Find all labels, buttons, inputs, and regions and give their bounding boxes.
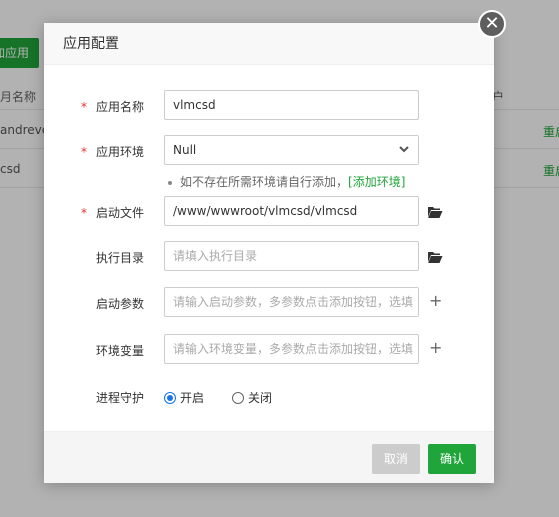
env-hint: 如不存在所需环境请自行添加，[添加环境] — [168, 173, 405, 190]
exec-dir-label: 执行目录 — [96, 251, 145, 265]
add-env-var-icon[interactable]: + — [429, 340, 442, 356]
env-vars-input[interactable]: 请输入环境变量，多参数点击添加按钮，选填 — [164, 334, 419, 364]
daemon-label: 进程守护 — [96, 391, 145, 405]
add-env-link[interactable]: [添加环境] — [348, 175, 405, 189]
confirm-button[interactable]: 确认 — [428, 444, 476, 474]
daemon-on-label: 开启 — [180, 391, 205, 405]
app-name-label: 应用名称 — [96, 100, 145, 114]
radio-checked-icon — [164, 391, 176, 404]
close-icon[interactable]: ✕ — [478, 10, 506, 38]
cancel-button[interactable]: 取消 — [372, 444, 420, 474]
radio-unchecked-icon — [232, 391, 245, 404]
required-mark: * — [81, 145, 87, 159]
daemon-off-label: 关闭 — [248, 391, 273, 405]
app-env-label: 应用环境 — [96, 145, 145, 159]
app-env-value: Null — [173, 143, 197, 157]
required-mark: * — [81, 206, 87, 220]
start-file-input[interactable]: /www/wwwroot/vlmcsd/vlmcsd — [164, 196, 419, 226]
start-file-label: 启动文件 — [96, 206, 145, 220]
start-params-label: 启动参数 — [96, 297, 145, 311]
app-name-input[interactable]: vlmcsd — [164, 90, 419, 120]
daemon-on-radio[interactable]: 开启 — [164, 389, 204, 406]
app-config-dialog: 应用配置 * 应用名称 vlmcsd * 应用环境 Null 如不存在所需环境请… — [44, 23, 494, 483]
env-vars-label: 环境变量 — [96, 344, 145, 358]
add-param-icon[interactable]: + — [429, 293, 442, 309]
exec-dir-input[interactable]: 请填入执行目录 — [164, 241, 419, 271]
dialog-footer: 取消 确认 — [44, 431, 494, 483]
required-mark: * — [81, 100, 87, 114]
folder-open-icon[interactable] — [427, 250, 443, 264]
start-params-input[interactable]: 请输入启动参数，多参数点击添加按钮，选填 — [164, 287, 419, 317]
app-env-select[interactable]: Null — [164, 135, 419, 165]
folder-open-icon[interactable] — [427, 205, 443, 219]
daemon-off-radio[interactable]: 关闭 — [232, 389, 272, 406]
dialog-title: 应用配置 — [44, 23, 494, 65]
chevron-down-icon — [399, 146, 409, 153]
bullet-icon — [168, 180, 172, 185]
daemon-radio-group: 开启 关闭 — [164, 389, 300, 406]
hint-text: 如不存在所需环境请自行添加， — [180, 175, 349, 189]
